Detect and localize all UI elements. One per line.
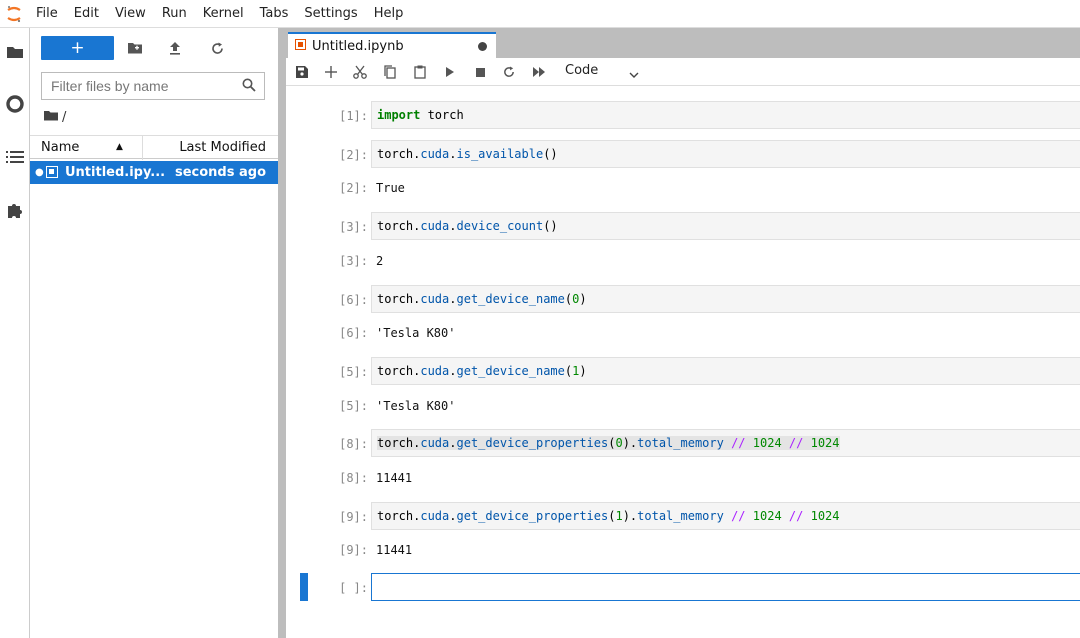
active-code-cell-input[interactable] (371, 573, 1080, 601)
file-name: Untitled.ipy... (65, 165, 166, 180)
folder-icon[interactable] (4, 41, 26, 63)
menu-view[interactable]: View (107, 0, 154, 28)
menu-tabs[interactable]: Tabs (252, 0, 297, 28)
breadcrumb: / (44, 110, 66, 125)
column-modified-header[interactable]: Last Modified (179, 140, 266, 155)
tab-untitled-notebook[interactable]: Untitled.ipynb (288, 32, 496, 58)
filter-files-field (41, 72, 265, 100)
running-dot-icon: ● (35, 167, 44, 178)
home-folder-icon[interactable] (44, 110, 58, 125)
cell-output: 2 (376, 254, 384, 268)
input-prompt: [5]: (339, 365, 368, 379)
menu-edit[interactable]: Edit (66, 0, 107, 28)
menu-bar: File Edit View Run Kernel Tabs Settings … (0, 0, 1080, 28)
output-prompt: [8]: (339, 471, 368, 485)
cell-output: 11441 (376, 543, 413, 557)
column-name-header[interactable]: Name (41, 140, 79, 155)
notebook-toolbar: Code (286, 58, 1080, 86)
file-list-header: Name ▲ Last Modified (30, 135, 278, 160)
new-launcher-button[interactable]: + (41, 36, 114, 60)
code-cell-input[interactable]: torch.cuda.get_device_name(0) (371, 285, 1080, 313)
restart-kernel-icon[interactable] (500, 63, 518, 81)
menu-run[interactable]: Run (154, 0, 195, 28)
menu-settings[interactable]: Settings (296, 0, 365, 28)
input-prompt: [6]: (339, 293, 368, 307)
file-browser-toolbar: + (30, 32, 278, 62)
stop-icon[interactable] (471, 63, 489, 81)
refresh-icon[interactable] (207, 38, 227, 58)
notebook-tab-icon (295, 39, 306, 50)
cell-output: 'Tesla K80' (376, 399, 456, 413)
input-prompt: [9]: (339, 510, 368, 524)
file-list-item[interactable]: ● Untitled.ipy... seconds ago (30, 161, 278, 184)
run-icon[interactable] (441, 63, 459, 81)
output-prompt: [6]: (339, 326, 368, 340)
menu-file[interactable]: File (28, 0, 66, 28)
code-keyword: import (377, 108, 421, 122)
menu-kernel[interactable]: Kernel (195, 0, 252, 28)
copy-icon[interactable] (381, 63, 399, 81)
file-modified: seconds ago (174, 165, 266, 180)
notebook-area: Untitled.ipynb Code [1]: import torch [2… (286, 28, 1080, 638)
notebook-file-icon (46, 166, 58, 178)
output-prompt: [9]: (339, 543, 368, 557)
input-prompt: [ ]: (339, 581, 368, 595)
notebook-cells: [1]: import torch [2]: torch.cuda.is_ava… (286, 87, 1080, 638)
code-cell-input[interactable]: import torch (371, 101, 1080, 129)
tab-bar: Untitled.ipynb (286, 28, 1080, 58)
filter-files-input[interactable] (42, 78, 232, 94)
code-cell-input[interactable]: torch.cuda.get_device_properties(0).tota… (371, 429, 1080, 457)
input-prompt: [2]: (339, 148, 368, 162)
new-folder-icon[interactable] (125, 38, 145, 58)
panel-splitter[interactable] (278, 28, 286, 638)
column-divider[interactable] (142, 136, 143, 160)
menu-help[interactable]: Help (366, 0, 412, 28)
cell-output: True (376, 181, 405, 195)
paste-icon[interactable] (411, 63, 429, 81)
code-cell-input[interactable]: torch.cuda.device_count() (371, 212, 1080, 240)
sort-ascending-icon: ▲ (116, 142, 123, 152)
output-prompt: [2]: (339, 181, 368, 195)
output-prompt: [5]: (339, 399, 368, 413)
left-sidebar (0, 28, 30, 638)
code-cell-input[interactable]: torch.cuda.is_available() (371, 140, 1080, 168)
input-prompt: [8]: (339, 437, 368, 451)
running-kernels-icon[interactable] (4, 93, 26, 115)
restart-run-all-icon[interactable] (530, 63, 548, 81)
output-prompt: [3]: (339, 254, 368, 268)
save-icon[interactable] (293, 63, 311, 81)
input-prompt: [3]: (339, 220, 368, 234)
code-cell-input[interactable]: torch.cuda.get_device_properties(1).tota… (371, 502, 1080, 530)
input-prompt: [1]: (339, 109, 368, 123)
tab-label: Untitled.ipynb (312, 38, 404, 54)
table-of-contents-icon[interactable] (4, 146, 26, 168)
file-browser-panel: + / Name ▲ Last Modified ● Untitled.ipy.… (30, 28, 278, 638)
cut-icon[interactable] (351, 63, 369, 81)
unsaved-dot-icon[interactable] (478, 42, 487, 51)
cell-type-select[interactable]: Code (565, 63, 598, 78)
extensions-puzzle-icon[interactable] (4, 199, 26, 221)
jupyter-logo-icon (0, 0, 28, 28)
upload-icon[interactable] (165, 38, 185, 58)
cell-output: 11441 (376, 471, 413, 485)
cell-output: 'Tesla K80' (376, 326, 456, 340)
insert-cell-icon[interactable] (322, 63, 340, 81)
code-cell-input[interactable]: torch.cuda.get_device_name(1) (371, 357, 1080, 385)
breadcrumb-root[interactable]: / (62, 110, 66, 125)
chevron-down-icon[interactable] (629, 67, 639, 82)
search-icon[interactable] (242, 78, 256, 96)
